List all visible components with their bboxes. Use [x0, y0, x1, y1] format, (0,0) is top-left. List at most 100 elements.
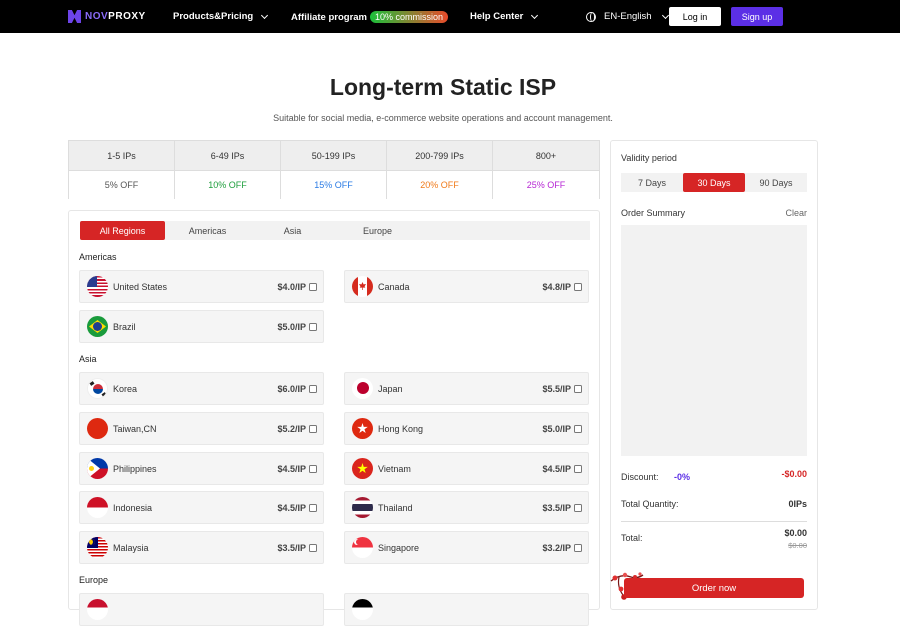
country-checkbox[interactable] [309, 503, 317, 512]
language-label: EN-English [604, 11, 652, 22]
clear-button[interactable]: Clear [785, 208, 807, 218]
us-flag-icon [87, 276, 108, 297]
country-card-singapore[interactable]: Singapore $3.2/IP [344, 531, 589, 564]
country-card-united-states[interactable]: United States $4.0/IP [79, 270, 324, 303]
country-price: $4.5/IP [542, 463, 571, 474]
region-tabs: All Regions Americas Asia Europe [80, 221, 590, 240]
hk-flag-icon [352, 418, 373, 439]
nav-affiliate[interactable]: Affiliate program 10% commission [291, 11, 449, 23]
discount-tiers: 1-5 IPs 6-49 IPs 50-199 IPs 200-799 IPs … [68, 140, 600, 199]
country-card-vietnam[interactable]: Vietnam $4.5/IP [344, 452, 589, 485]
country-checkbox[interactable] [309, 543, 317, 552]
country-price: $4.8/IP [542, 281, 571, 292]
country-card-europe-2[interactable] [344, 593, 589, 626]
country-checkbox[interactable] [574, 424, 582, 433]
tab-asia[interactable]: Asia [250, 221, 335, 240]
login-button[interactable]: Log in [669, 7, 721, 26]
tier-discount: 5% OFF [69, 170, 175, 199]
page-title: Long-term Static ISP [329, 74, 557, 100]
tw-flag-icon [87, 418, 108, 439]
country-card-hong-kong[interactable]: Hong Kong $5.0/IP [344, 412, 589, 445]
period-7-days[interactable]: 7 Days [621, 173, 683, 192]
country-name: Brazil [113, 321, 136, 332]
br-flag-icon [87, 316, 108, 337]
country-price: $6.0/IP [277, 383, 306, 394]
tier-discount: 10% OFF [175, 170, 281, 199]
country-price: $3.5/IP [277, 542, 306, 553]
country-checkbox[interactable] [309, 322, 317, 331]
language-selector[interactable]: EN-English [586, 11, 669, 22]
country-checkbox[interactable] [574, 503, 582, 512]
tier-range: 800+ [493, 141, 599, 170]
country-price: $3.5/IP [542, 502, 571, 513]
logo-icon [68, 10, 81, 23]
country-checkbox[interactable] [574, 384, 582, 393]
chevron-down-icon [531, 11, 539, 19]
vn-flag-icon [352, 458, 373, 479]
flag-icon [352, 599, 373, 620]
country-card-philippines[interactable]: Philippines $4.5/IP [79, 452, 324, 485]
country-card-indonesia[interactable]: Indonesia $4.5/IP [79, 491, 324, 524]
sg-flag-icon [352, 537, 373, 558]
validity-label: Validity period [621, 153, 677, 163]
country-price: $5.0/IP [542, 423, 571, 434]
ph-flag-icon [87, 458, 108, 479]
country-name: Taiwan,CN [113, 423, 157, 434]
country-checkbox[interactable] [574, 543, 582, 552]
country-price: $4.5/IP [277, 463, 306, 474]
tab-all-regions[interactable]: All Regions [80, 221, 165, 240]
country-price: $4.0/IP [277, 281, 306, 292]
tier-range: 200-799 IPs [387, 141, 493, 170]
nav-help-label: Help Center [470, 11, 524, 22]
country-card-europe-1[interactable] [79, 593, 324, 626]
country-card-thailand[interactable]: Thailand $3.5/IP [344, 491, 589, 524]
country-name: Philippines [113, 463, 157, 474]
page-subtitle: Suitable for social media, e-commerce we… [273, 113, 613, 123]
top-nav: NOVPROXY Products&Pricing Affiliate prog… [0, 0, 900, 33]
country-checkbox[interactable] [574, 282, 582, 291]
tier-discount: 20% OFF [387, 170, 493, 199]
country-checkbox[interactable] [309, 384, 317, 393]
jp-flag-icon [352, 378, 373, 399]
country-name: Korea [113, 383, 138, 394]
country-checkbox[interactable] [309, 282, 317, 291]
country-checkbox[interactable] [574, 464, 582, 473]
country-card-japan[interactable]: Japan $5.5/IP [344, 372, 589, 405]
country-checkbox[interactable] [309, 424, 317, 433]
discount-amount: -$0.00 [781, 469, 807, 479]
logo-nov: NOV [85, 11, 109, 22]
country-card-brazil[interactable]: Brazil $5.0/IP [79, 310, 324, 343]
country-checkbox[interactable] [309, 464, 317, 473]
tier-discount: 25% OFF [493, 170, 599, 199]
country-name: Canada [378, 281, 410, 292]
tab-europe[interactable]: Europe [335, 221, 420, 240]
section-title-americas: Americas [79, 252, 117, 262]
country-card-canada[interactable]: Canada $4.8/IP [344, 270, 589, 303]
country-card-taiwan[interactable]: Taiwan,CN $5.2/IP [79, 412, 324, 445]
nav-products-label: Products&Pricing [173, 11, 254, 22]
signup-button[interactable]: Sign up [731, 7, 783, 26]
nav-products[interactable]: Products&Pricing [173, 11, 269, 22]
logo[interactable]: NOVPROXY [68, 10, 146, 23]
country-name: Indonesia [113, 502, 153, 513]
order-now-button[interactable]: Order now [624, 578, 804, 598]
country-name: Japan [378, 383, 403, 394]
tier-range: 1-5 IPs [69, 141, 175, 170]
period-90-days[interactable]: 90 Days [745, 173, 807, 192]
nav-help[interactable]: Help Center [470, 11, 539, 22]
th-flag-icon [352, 497, 373, 518]
country-price: $4.5/IP [277, 502, 306, 513]
tab-americas[interactable]: Americas [165, 221, 250, 240]
tier-range: 6-49 IPs [175, 141, 281, 170]
flag-icon [87, 599, 108, 620]
period-30-days[interactable]: 30 Days [683, 173, 745, 192]
section-title-asia: Asia [79, 354, 97, 364]
country-name: Malaysia [113, 542, 149, 553]
country-card-malaysia[interactable]: Malaysia $3.5/IP [79, 531, 324, 564]
country-card-korea[interactable]: Korea $6.0/IP [79, 372, 324, 405]
total-value: $0.00 [784, 528, 807, 538]
chevron-down-icon [261, 11, 269, 19]
total-original: $0.00 [788, 541, 807, 550]
globe-icon [586, 11, 596, 22]
order-summary-list [621, 225, 807, 456]
